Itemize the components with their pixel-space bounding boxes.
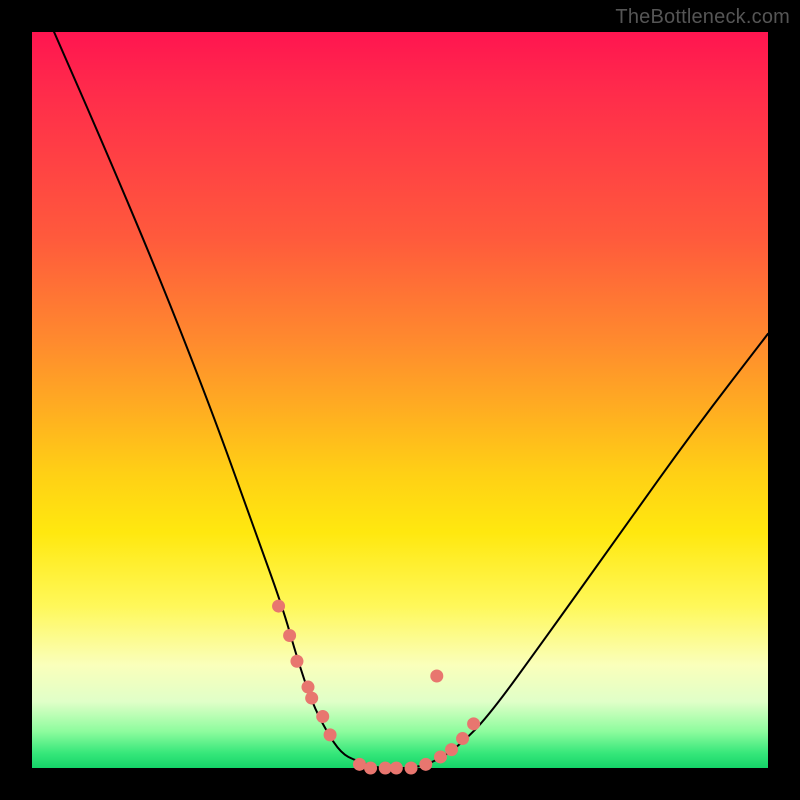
curve-dot bbox=[272, 600, 285, 613]
bottleneck-curve bbox=[54, 32, 768, 768]
curve-dot bbox=[283, 629, 296, 642]
curve-dot bbox=[445, 743, 458, 756]
curve-dot bbox=[467, 717, 480, 730]
plot-area bbox=[32, 32, 768, 768]
chart-frame: TheBottleneck.com bbox=[0, 0, 800, 800]
curve-dots bbox=[272, 600, 480, 775]
curve-dot bbox=[430, 670, 443, 683]
curve-dot bbox=[324, 728, 337, 741]
curve-dot bbox=[290, 655, 303, 668]
curve-dot bbox=[302, 681, 315, 694]
curve-dot bbox=[419, 758, 432, 771]
curve-dot bbox=[305, 692, 318, 705]
curve-dot bbox=[364, 762, 377, 775]
curve-dot bbox=[390, 762, 403, 775]
curve-dot bbox=[456, 732, 469, 745]
chart-svg bbox=[32, 32, 768, 768]
curve-dot bbox=[434, 750, 447, 763]
curve-dot bbox=[316, 710, 329, 723]
watermark-text: TheBottleneck.com bbox=[615, 6, 790, 29]
curve-dot bbox=[353, 758, 366, 771]
curve-dot bbox=[405, 762, 418, 775]
